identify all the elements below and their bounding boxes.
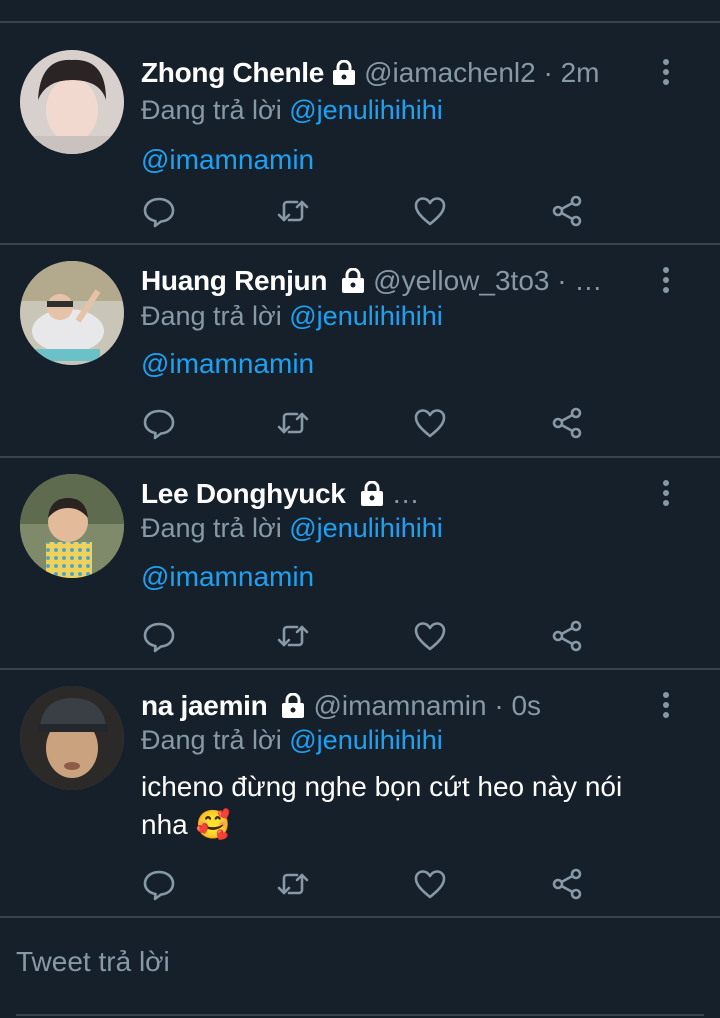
lock-icon bbox=[281, 692, 305, 719]
replying-label: Đang trả lời bbox=[141, 725, 290, 755]
tweet-item[interactable]: Lee Donghyuck … Đang trả lời @jenulihihi… bbox=[0, 458, 720, 670]
replying-mention-link[interactable]: @jenulihihihi bbox=[289, 513, 443, 543]
share-icon[interactable] bbox=[549, 193, 585, 229]
replying-label: Đang trả lời bbox=[141, 301, 290, 331]
tweet-text[interactable]: @imamnamin bbox=[141, 558, 681, 596]
tweet-actions bbox=[141, 193, 601, 229]
retweet-icon[interactable] bbox=[275, 618, 311, 654]
reply-icon[interactable] bbox=[141, 193, 177, 229]
handle-timestamp: @iamachenl2 · 2m bbox=[364, 57, 600, 88]
tweet-header: Lee Donghyuck … bbox=[141, 474, 641, 514]
reply-icon[interactable] bbox=[141, 405, 177, 441]
replying-to: Đang trả lời @jenulihihihi bbox=[141, 301, 443, 332]
reply-composer: Tweet trả lời bbox=[0, 918, 720, 1018]
tweet-actions bbox=[141, 618, 601, 654]
tweet-item[interactable]: na jaemin @imamnamin · 0s Đang trả lời @… bbox=[0, 670, 720, 918]
like-icon[interactable] bbox=[412, 405, 448, 441]
tweet-header: Huang Renjun @yellow_3to3 · … bbox=[141, 261, 641, 301]
handle-timestamp: @yellow_3to3 · … bbox=[373, 265, 603, 296]
tweet-header: na jaemin @imamnamin · 0s bbox=[141, 686, 641, 726]
reply-icon[interactable] bbox=[141, 618, 177, 654]
retweet-icon[interactable] bbox=[275, 193, 311, 229]
tweet-actions bbox=[141, 405, 601, 441]
tweet-text[interactable]: @imamnamin bbox=[141, 141, 681, 179]
like-icon[interactable] bbox=[412, 193, 448, 229]
replying-label: Đang trả lời bbox=[141, 513, 290, 543]
avatar[interactable] bbox=[20, 261, 124, 365]
more-icon[interactable] bbox=[654, 478, 678, 508]
more-icon[interactable] bbox=[654, 57, 678, 87]
display-name[interactable]: Zhong Chenle bbox=[141, 57, 324, 89]
replying-to: Đang trả lời @jenulihihihi bbox=[141, 725, 443, 756]
avatar[interactable] bbox=[20, 686, 124, 790]
avatar[interactable] bbox=[20, 50, 124, 154]
reply-underline bbox=[16, 1014, 704, 1016]
lock-icon bbox=[341, 267, 365, 294]
retweet-icon[interactable] bbox=[275, 405, 311, 441]
share-icon[interactable] bbox=[549, 618, 585, 654]
tweet-text[interactable]: @imamnamin bbox=[141, 345, 681, 383]
display-name[interactable]: Lee Donghyuck bbox=[141, 478, 346, 510]
share-icon[interactable] bbox=[549, 405, 585, 441]
share-icon[interactable] bbox=[549, 866, 585, 902]
like-icon[interactable] bbox=[412, 866, 448, 902]
tweet-item[interactable]: Huang Renjun @yellow_3to3 · … Đang trả l… bbox=[0, 245, 720, 458]
tweet-item[interactable]: Zhong Chenle @iamachenl2 · 2m Đang trả l… bbox=[0, 23, 720, 245]
replying-to: Đang trả lời @jenulihihihi bbox=[141, 95, 443, 126]
retweet-icon[interactable] bbox=[275, 866, 311, 902]
replying-mention-link[interactable]: @jenulihihihi bbox=[289, 95, 443, 125]
display-name[interactable]: na jaemin bbox=[141, 690, 268, 722]
more-icon[interactable] bbox=[654, 265, 678, 295]
handle-timestamp: @imamnamin · 0s bbox=[313, 690, 542, 721]
like-icon[interactable] bbox=[412, 618, 448, 654]
replying-label: Đang trả lời bbox=[141, 95, 290, 125]
replying-mention-link[interactable]: @jenulihihihi bbox=[289, 725, 443, 755]
handle-timestamp: … bbox=[391, 478, 420, 509]
reply-input[interactable]: Tweet trả lời bbox=[16, 946, 170, 978]
tweet-header: Zhong Chenle @iamachenl2 · 2m bbox=[141, 53, 641, 93]
lock-icon bbox=[332, 59, 356, 86]
replying-to: Đang trả lời @jenulihihihi bbox=[141, 513, 443, 544]
avatar[interactable] bbox=[20, 474, 124, 578]
tweet-text[interactable]: icheno đừng nghe bọn cứt heo này nói nha… bbox=[141, 768, 676, 844]
replying-mention-link[interactable]: @jenulihihihi bbox=[289, 301, 443, 331]
display-name[interactable]: Huang Renjun bbox=[141, 265, 327, 297]
reply-icon[interactable] bbox=[141, 866, 177, 902]
more-icon[interactable] bbox=[654, 690, 678, 720]
lock-icon bbox=[360, 480, 384, 507]
tweet-actions bbox=[141, 866, 601, 902]
